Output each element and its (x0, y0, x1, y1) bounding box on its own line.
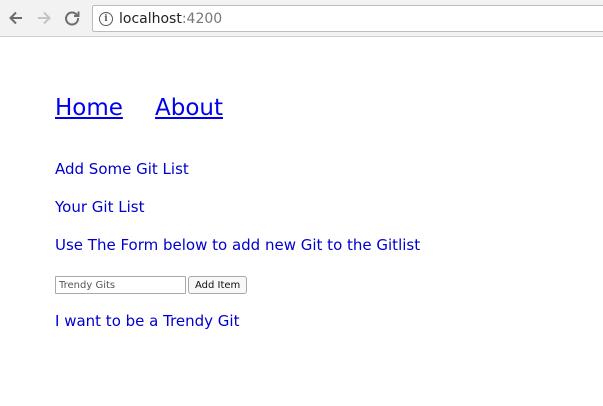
arrow-left-icon (9, 11, 22, 25)
reload-icon (65, 11, 80, 26)
nav-link-home[interactable]: Home (55, 95, 123, 121)
list-item: I want to be a Trendy Git (55, 312, 240, 330)
url-host: localhost (119, 10, 182, 27)
item-input[interactable] (55, 276, 186, 294)
forward-button[interactable] (33, 7, 55, 29)
url-text[interactable]: localhost:4200 (119, 11, 222, 27)
nav-link-about[interactable]: About (155, 95, 223, 121)
add-item-form: Add Item (55, 276, 248, 294)
back-button[interactable] (5, 7, 27, 29)
add-list-heading: Add Some Git List (55, 160, 189, 178)
address-bar[interactable]: i localhost:4200 (92, 5, 603, 32)
reload-button[interactable] (61, 7, 83, 29)
info-icon[interactable]: i (99, 11, 113, 26)
url-port: :4200 (181, 10, 223, 27)
browser-toolbar: i localhost:4200 (0, 0, 603, 37)
arrow-right-icon (38, 11, 51, 25)
add-item-button[interactable]: Add Item (188, 276, 248, 294)
your-list-heading: Your Git List (55, 198, 145, 216)
main-nav: Home About (55, 95, 250, 125)
form-instructions: Use The Form below to add new Git to the… (55, 236, 421, 254)
